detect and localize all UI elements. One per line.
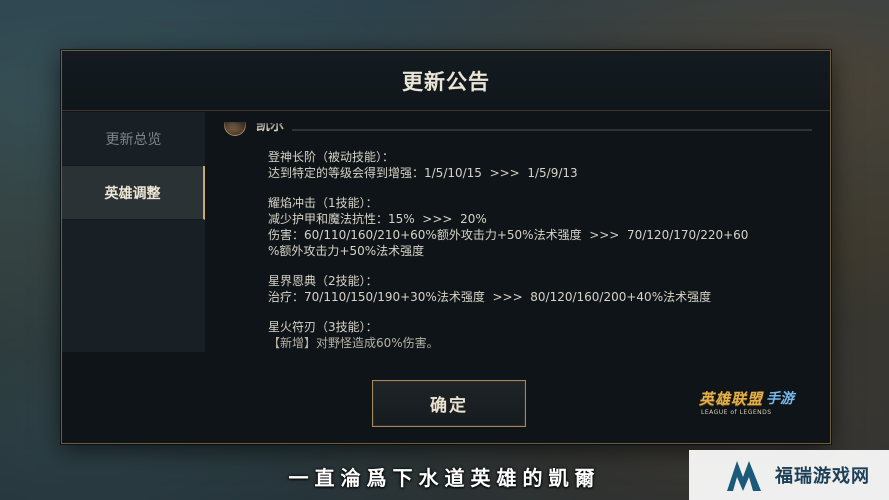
hero-name: 凯尔 [256,118,284,134]
skill-name: 耀焰冲击（1技能）： [268,196,378,210]
watermark-logo-icon [727,461,761,491]
skill-change-line: 伤害：60/110/160/210+60%额外攻击力+50%法术强度 >>> 7… [268,228,749,242]
hero-divider [292,129,812,131]
skill-1: 耀焰冲击（1技能）： 减少护甲和魔法抗性：15% >>> 20% 伤害：60/1… [268,195,818,259]
skill-change-line: 达到特定的等级会得到增强：1/5/10/15 >>> 1/5/9/13 [268,166,578,180]
skill-change-line: 减少护甲和魔法抗性：15% >>> 20% [268,212,487,226]
site-watermark: 福瑞游戏网 [689,450,889,500]
logo-sub-text: LEAGUE of LEGENDS [701,409,772,416]
skill-list: 登神长阶（被动技能）： 达到特定的等级会得到增强：1/5/10/15 >>> 1… [268,149,818,362]
skill-name: 星界恩典（2技能）： [268,274,378,288]
dialog-title: 更新公告 [402,69,490,94]
skill-name: 星火符刃（3技能）： [268,320,378,334]
skill-3: 星火符刃（3技能）： 【新增】对野怪造成60%伤害。 [268,319,818,351]
patch-notes-dialog: 更新公告 更新总览 英雄调整 凯尔 登神长阶（被动技能）： 达到特定的等级会得到… [61,50,831,444]
tab-hero-adjustments[interactable]: 英雄调整 [62,166,205,220]
patch-content-scroll-area[interactable]: 凯尔 登神长阶（被动技能）： 达到特定的等级会得到增强：1/5/10/15 >>… [212,112,824,362]
tab-hero-adjustments-label: 英雄调整 [104,185,161,202]
hero-avatar [224,122,246,136]
hero-header: 凯尔 [224,114,812,136]
dialog-header: 更新公告 [62,51,830,111]
tab-update-overview[interactable]: 更新总览 [62,112,205,166]
tab-update-overview-label: 更新总览 [105,131,162,148]
skill-change-line: 治疗：70/110/150/190+30%法术强度 >>> 80/120/160… [268,290,712,304]
skill-change-line: %额外攻击力+50%法术强度 [268,244,425,258]
logo-mobile-text: 手游 [766,391,794,407]
skill-name: 登神长阶（被动技能）： [268,150,395,164]
game-logo: 英雄联盟 手游 LEAGUE of LEGENDS [699,388,809,422]
confirm-button[interactable]: 确定 [372,380,526,427]
logo-main-text: 英雄联盟 [699,390,764,408]
dialog-sidebar: 更新总览 英雄调整 [62,112,205,352]
skill-2: 星界恩典（2技能）： 治疗：70/110/150/190+30%法术强度 >>>… [268,273,818,305]
watermark-text: 福瑞游戏网 [775,466,870,487]
skill-passive: 登神长阶（被动技能）： 达到特定的等级会得到增强：1/5/10/15 >>> 1… [268,149,818,181]
skill-change-line: 【新增】对野怪造成60%伤害。 [268,336,439,350]
